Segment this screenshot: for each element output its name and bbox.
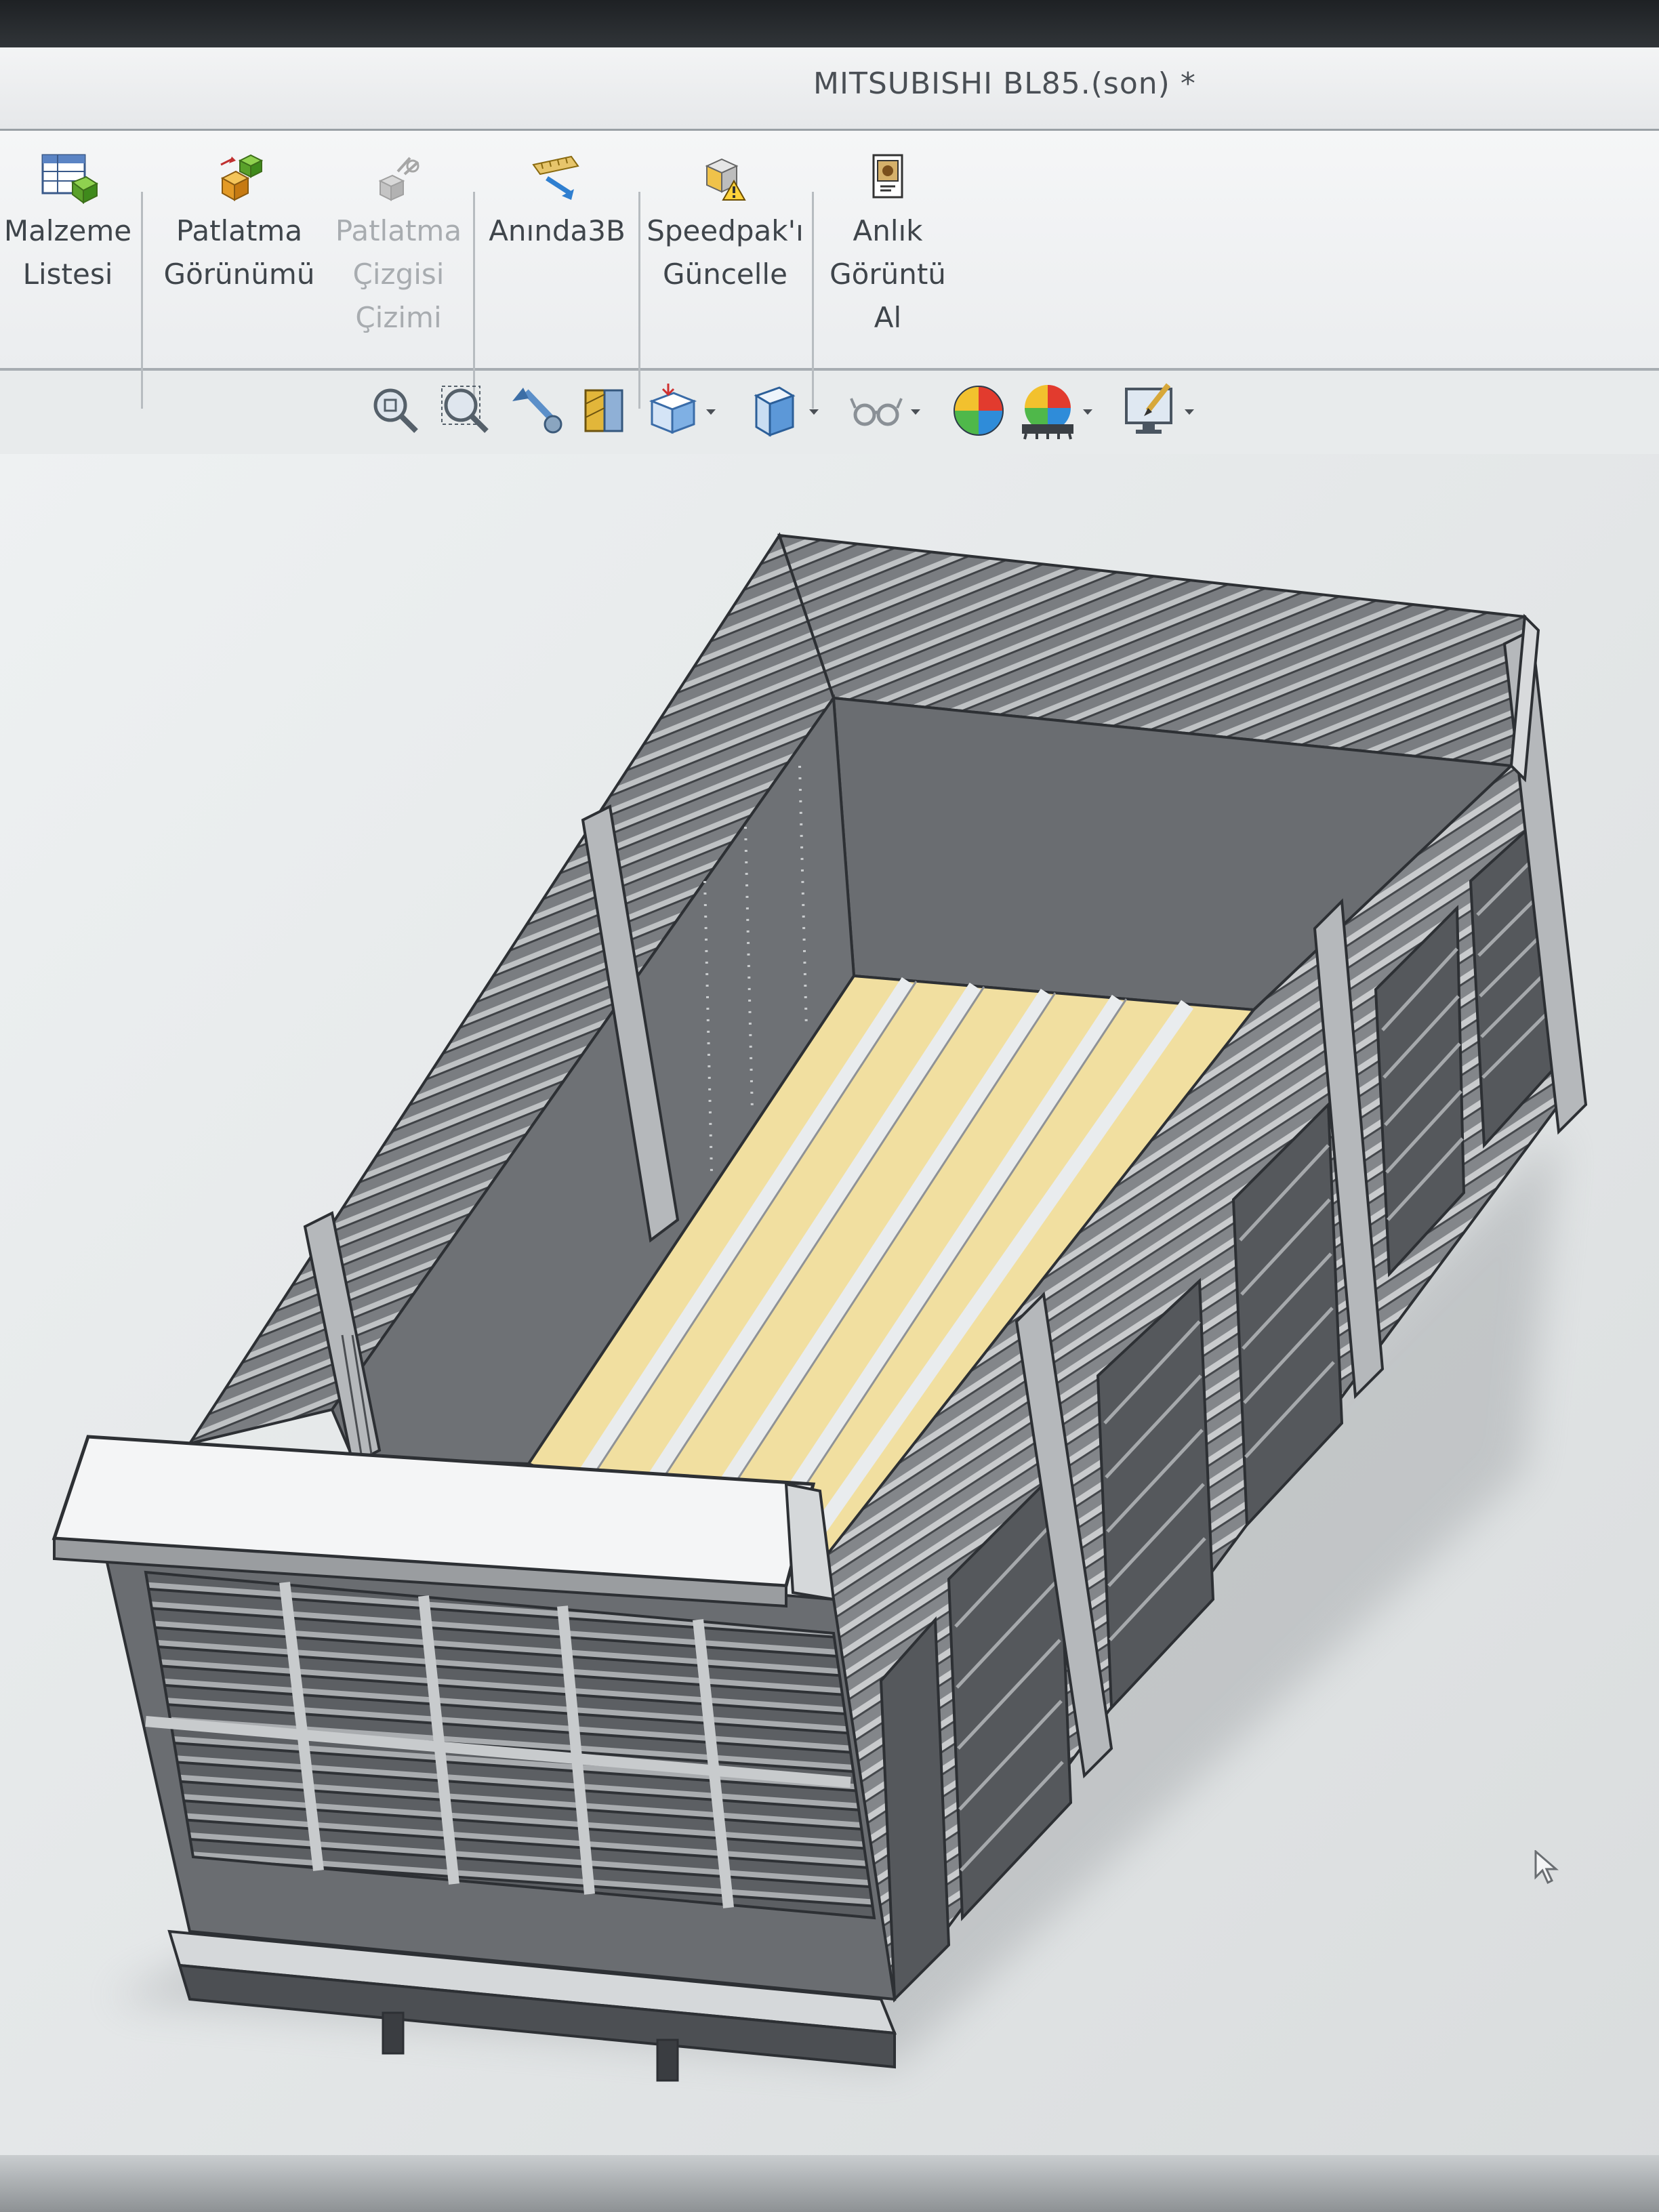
zoom-to-fit-icon[interactable]: [366, 381, 426, 441]
edit-appearance-icon[interactable]: [949, 381, 1008, 441]
display-style-icon[interactable]: [743, 381, 802, 441]
ribbon-separator: [141, 192, 143, 409]
chevron-down-icon[interactable]: [1183, 407, 1195, 417]
monitor-bezel-top: [0, 0, 1659, 54]
bill-of-materials-button[interactable]: Malzeme Listesi: [0, 144, 136, 296]
chevron-down-icon[interactable]: [705, 407, 717, 417]
view-settings-icon[interactable]: [1121, 381, 1181, 441]
title-bar: MITSUBISHI BL85.(son) *: [0, 47, 1659, 131]
take-snapshot-label: Anlık Görüntü Al: [830, 214, 946, 334]
explode-line-sketch-icon: [378, 157, 419, 201]
truck-body-3d-model[interactable]: [0, 454, 1659, 2212]
exploded-view-button[interactable]: Patlatma Görünümü: [155, 144, 324, 296]
section-view-icon[interactable]: [573, 381, 633, 441]
explode-line-sketch-label: Patlatma Çizgisi Çizimi: [335, 214, 462, 334]
previous-view-icon[interactable]: [506, 381, 565, 441]
instant3d-label: Anında3B: [489, 214, 626, 247]
mouse-pointer-icon: [1534, 1850, 1559, 1885]
apply-scene-icon[interactable]: [1018, 381, 1078, 441]
monitor-bezel-bottom: [0, 2155, 1659, 2212]
document-title: MITSUBISHI BL85.(son) *: [813, 66, 1196, 101]
heads-up-view-toolbar: [366, 374, 1288, 455]
cad-application-window: MITSUBISHI BL85.(son) * Malzeme Listesi: [0, 47, 1659, 2212]
hide-show-items-icon[interactable]: [846, 381, 905, 441]
view-orientation-icon[interactable]: [642, 381, 702, 441]
chevron-down-icon[interactable]: [808, 407, 820, 417]
update-speedpak-button[interactable]: Speedpak'ı Güncelle: [644, 144, 806, 296]
update-speedpak-label: Speedpak'ı Güncelle: [647, 214, 804, 291]
bill-of-materials-label: Malzeme Listesi: [3, 214, 132, 291]
zoom-to-area-icon[interactable]: [436, 381, 496, 441]
exploded-view-icon: [220, 154, 264, 201]
exploded-view-label: Patlatma Görünümü: [163, 214, 315, 291]
update-speedpak-icon: [705, 158, 746, 201]
bill-of-materials-icon: [41, 154, 98, 204]
command-manager-ribbon: Malzeme Listesi Patlatma Görünümü Patlat…: [0, 131, 1659, 409]
take-snapshot-button[interactable]: Anlık Görüntü Al: [820, 144, 956, 340]
explode-line-sketch-button[interactable]: Patlatma Çizgisi Çizimi: [324, 144, 473, 340]
chevron-down-icon[interactable]: [909, 407, 922, 417]
instant3d-icon: [532, 155, 579, 200]
graphics-area[interactable]: [0, 454, 1659, 2212]
take-snapshot-icon: [872, 154, 903, 199]
instant3d-button[interactable]: Anında3B: [483, 144, 632, 253]
chevron-down-icon[interactable]: [1082, 407, 1094, 417]
